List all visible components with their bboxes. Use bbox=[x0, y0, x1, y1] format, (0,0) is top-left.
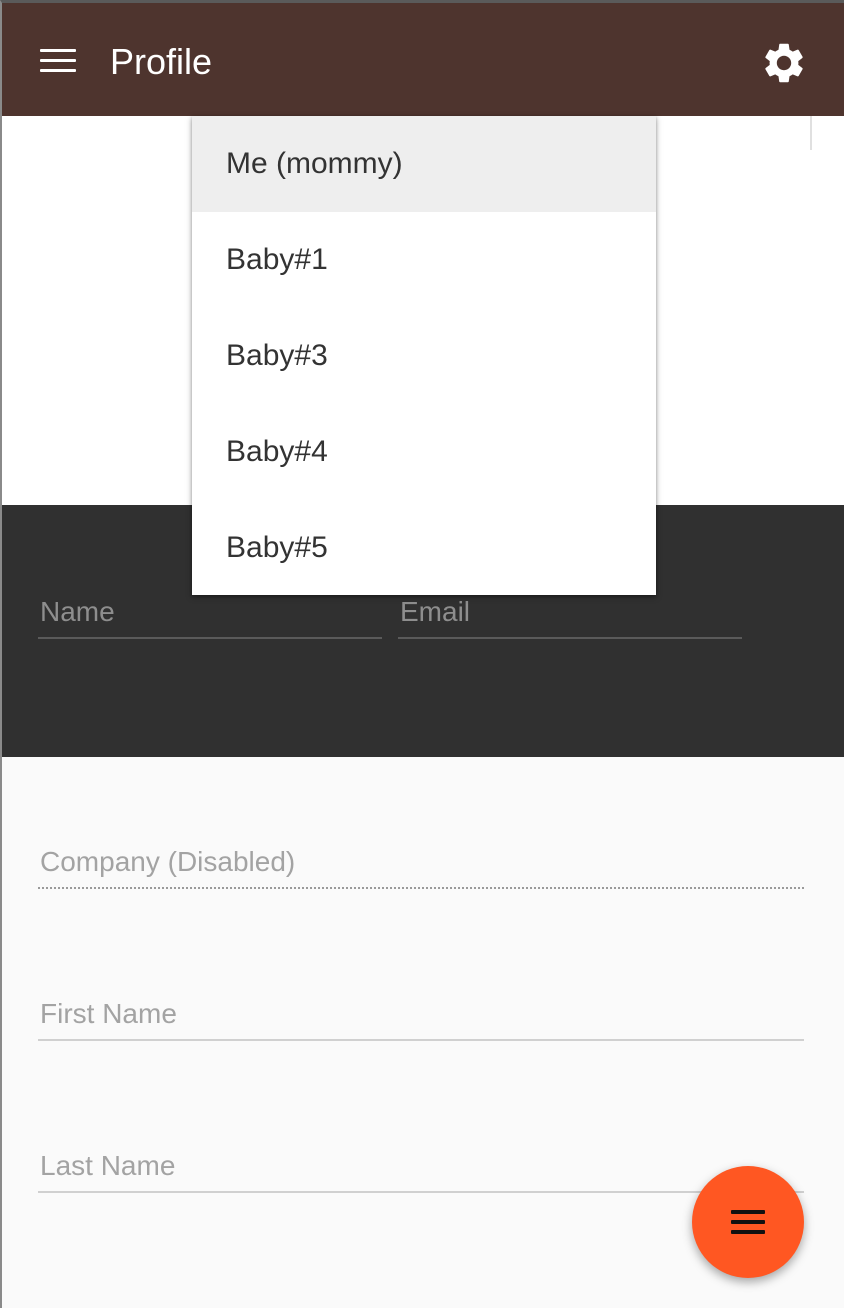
dropdown-item-baby-5[interactable]: Baby#5 bbox=[192, 500, 656, 596]
fab-menu-button[interactable] bbox=[692, 1166, 804, 1278]
page-title: Profile bbox=[110, 41, 213, 82]
scrollbar-edge bbox=[810, 116, 812, 150]
app-bar: Profile bbox=[2, 3, 844, 116]
email-placeholder: Email bbox=[400, 596, 471, 627]
name-underline bbox=[38, 637, 382, 639]
gear-icon[interactable] bbox=[760, 39, 808, 87]
company-underline bbox=[38, 887, 804, 889]
last-name-underline bbox=[38, 1191, 804, 1193]
email-underline bbox=[398, 637, 742, 639]
first-name-placeholder: First Name bbox=[40, 998, 177, 1029]
email-field[interactable]: Email bbox=[398, 595, 742, 639]
hamburger-menu-icon bbox=[731, 1210, 765, 1214]
dropdown-item-baby-3[interactable]: Baby#3 bbox=[192, 308, 656, 404]
dropdown-item-baby-1[interactable]: Baby#1 bbox=[192, 212, 656, 308]
last-name-placeholder: Last Name bbox=[40, 1150, 176, 1181]
dropdown-item-baby-4[interactable]: Baby#4 bbox=[192, 404, 656, 500]
dropdown-item-me[interactable]: Me (mommy) bbox=[192, 116, 656, 212]
company-placeholder: Company (Disabled) bbox=[40, 846, 296, 877]
name-field[interactable]: Name bbox=[38, 595, 382, 639]
company-field: Company (Disabled) bbox=[38, 845, 804, 889]
profile-select-dropdown: Me (mommy) Baby#1 Baby#3 Baby#4 Baby#5 bbox=[192, 116, 656, 595]
first-name-field[interactable]: First Name bbox=[38, 997, 804, 1041]
app-window: Profile Name Email Company (Disabled) Fi… bbox=[0, 0, 844, 1308]
first-name-underline bbox=[38, 1039, 804, 1041]
name-placeholder: Name bbox=[40, 596, 115, 627]
last-name-field[interactable]: Last Name bbox=[38, 1149, 804, 1193]
hamburger-menu-icon[interactable] bbox=[38, 43, 78, 79]
